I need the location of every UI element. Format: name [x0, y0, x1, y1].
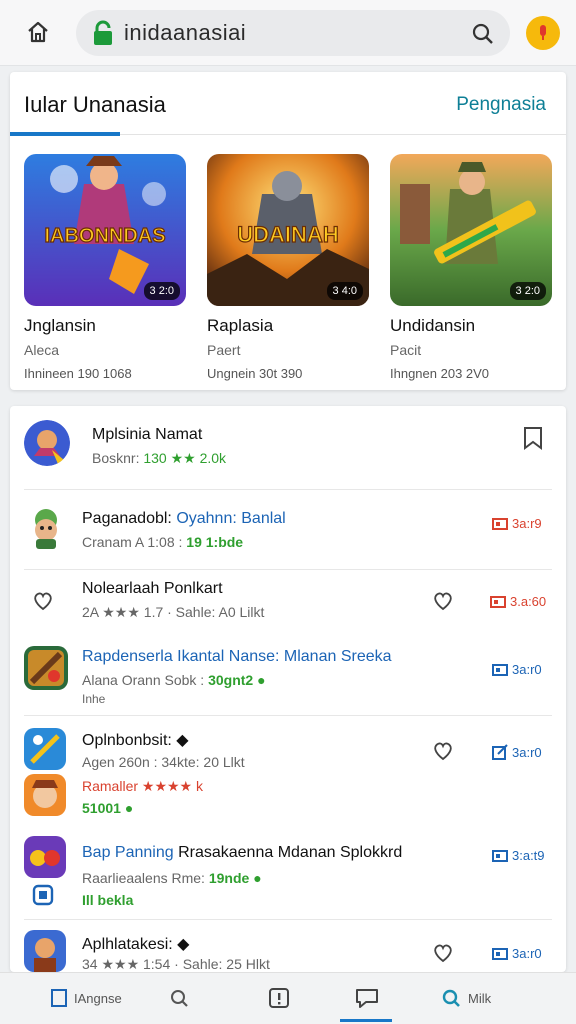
game-name: Jnglansin [24, 316, 96, 335]
rating-badge: 3 2:0 [143, 282, 180, 300]
game-meta: Ungnein 30t 390 [207, 366, 303, 381]
game-card[interactable]: UDAINAH 3 4:0 Raplasia Paert Ungnein 30t… [207, 154, 373, 381]
active-tab-indicator [10, 132, 120, 136]
game-thumbnail: IABONNDAS 3 2:0 [24, 154, 186, 306]
app-meta: Alana Orann Sobk : 30gnt2 ● [82, 672, 266, 688]
bottom-navigation: IAngnse Milk [0, 972, 576, 1024]
svg-text:IABONNDAS: IABONNDAS [44, 225, 165, 247]
nav-active-indicator [340, 1019, 392, 1022]
game-thumbnail: UDAINAH 3 4:0 [207, 154, 369, 306]
rating-badge: 3 4:0 [326, 282, 363, 300]
download-icon [492, 947, 508, 960]
search-icon [442, 989, 460, 1007]
app-title: Oplnbonbsit: ◆ [82, 732, 189, 749]
app-price: 51001 ● [82, 800, 134, 816]
size-badge: 3a:r0 [492, 662, 542, 677]
app-meta: Agen 260n : 34kte: 20 Llkt [82, 754, 245, 770]
app-title: Rapdenserla Ikantal Nanse: Mlanan Sreeka [82, 648, 392, 665]
app-icon [24, 506, 68, 550]
svg-text:UDAINAH: UDAINAH [237, 222, 338, 247]
size-badge: 3a:r0 [492, 946, 542, 961]
mic-button[interactable] [526, 16, 560, 50]
nav-item-pages[interactable]: IAngnse [50, 983, 122, 1013]
list-item[interactable]: Bap Panning Rrasakaenna Mdanan Splokkrd … [10, 826, 566, 920]
list-item[interactable]: Oplnbonbsit: ◆ Agen 260n : 34kte: 20 Llk… [10, 716, 566, 826]
app-category: Inhe [82, 692, 106, 706]
game-developer: Aleca [24, 342, 60, 358]
download-icon [492, 517, 508, 530]
lock-icon [90, 20, 116, 46]
search-icon[interactable] [470, 21, 496, 47]
home-icon [28, 21, 48, 43]
size-badge: 3:a:t9 [492, 848, 545, 863]
app-meta: 34 ★★★ 1:54 · Sahle: 25 Hlkt [82, 956, 270, 972]
rating-badge: 3 2:0 [509, 282, 546, 300]
app-icon [24, 930, 66, 972]
app-category: Ill bekla [82, 892, 134, 908]
app-icon [24, 728, 66, 770]
download-icon [492, 849, 508, 862]
chat-icon [356, 989, 378, 1008]
app-icon [24, 420, 70, 466]
nav-item-search[interactable] [168, 983, 190, 1013]
app-title: Aplhlatakesi: ◆ [82, 936, 190, 953]
app-meta: Cranam A 1:08 : 19 1:bde [82, 534, 244, 550]
app-icon [24, 774, 66, 816]
app-title: Nolearlaah Ponlkart [82, 580, 223, 597]
nav-item-chat[interactable] [354, 983, 380, 1013]
app-icon [24, 836, 66, 878]
list-header[interactable]: Mplsinia Namat Bosknr: 130 ★★ 2.0k [10, 406, 566, 490]
game-developer: Pacit [390, 342, 422, 358]
game-thumbnail: 3 2:0 [390, 154, 552, 306]
heart-icon[interactable] [32, 590, 54, 612]
app-small-icon [32, 884, 54, 906]
nav-item-info[interactable] [268, 983, 290, 1013]
url-text: inidaanasiai [124, 20, 247, 45]
list-item[interactable]: Rapdenserla Ikantal Nanse: Mlanan Sreeka… [10, 632, 566, 716]
featured-section: Iular Unanasia Pengnasia IABONNDAS 3 2:0… [10, 72, 566, 390]
app-title: Paganadobl: Oyahnn: Banlal [82, 510, 286, 527]
nav-item-milk[interactable]: Milk [440, 983, 491, 1013]
edit-icon [492, 744, 508, 760]
mic-icon [540, 25, 546, 40]
game-name: Raplasia [207, 316, 274, 335]
home-button[interactable] [20, 14, 56, 50]
game-meta: Ihnineen 190 1068 [24, 366, 132, 381]
list-item[interactable]: Nolearlaah Ponlkart 2A ★★★ 1.7 · Sahle: … [10, 570, 566, 632]
list-item[interactable]: Paganadobl: Oyahnn: Banlal Cranam A 1:08… [10, 490, 566, 570]
page-icon [51, 989, 67, 1007]
game-meta: Ihngnen 203 2V0 [390, 366, 490, 381]
section-link[interactable]: Pengnasia [456, 94, 546, 116]
game-name: Undidansin [390, 316, 476, 335]
heart-icon[interactable] [432, 590, 454, 612]
size-badge: 3a:r0 [492, 744, 542, 760]
app-meta: 2A ★★★ 1.7 · Sahle: A0 Lilkt [82, 604, 265, 620]
info-icon [269, 988, 289, 1008]
list-item[interactable]: Aplhlatakesi: ◆ 34 ★★★ 1:54 · Sahle: 25 … [10, 920, 566, 972]
address-bar[interactable]: inidaanasiai [76, 10, 510, 56]
browser-toolbar: inidaanasiai [0, 0, 576, 66]
heart-icon[interactable] [432, 740, 454, 762]
size-badge: 3a:r9 [492, 516, 542, 531]
download-icon [490, 595, 506, 608]
app-icon [24, 646, 68, 690]
app-rating: Bosknr: 130 ★★ 2.0k [92, 450, 227, 466]
app-title: Bap Panning Rrasakaenna Mdanan Splokkrd [82, 844, 403, 861]
size-badge: 3.a:60 [490, 594, 546, 609]
search-icon [171, 990, 188, 1007]
app-title: Mplsinia Namat [92, 426, 203, 443]
game-card[interactable]: IABONNDAS 3 2:0 Jnglansin Aleca Ihnineen… [24, 154, 190, 381]
section-title: Iular Unanasia [24, 92, 166, 117]
app-meta: Raarlieaalens Rme: 19nde ● [82, 870, 262, 886]
game-developer: Paert [207, 342, 241, 358]
game-card[interactable]: 3 2:0 Undidansin Pacit Ihngnen 203 2V0 [390, 154, 556, 381]
download-icon [492, 663, 508, 676]
app-list: Mplsinia Namat Bosknr: 130 ★★ 2.0k Pagan… [10, 406, 566, 972]
bookmark-icon[interactable] [522, 426, 544, 450]
app-rating: Ramaller ★★★★ k [82, 778, 203, 794]
heart-icon[interactable] [432, 942, 454, 964]
